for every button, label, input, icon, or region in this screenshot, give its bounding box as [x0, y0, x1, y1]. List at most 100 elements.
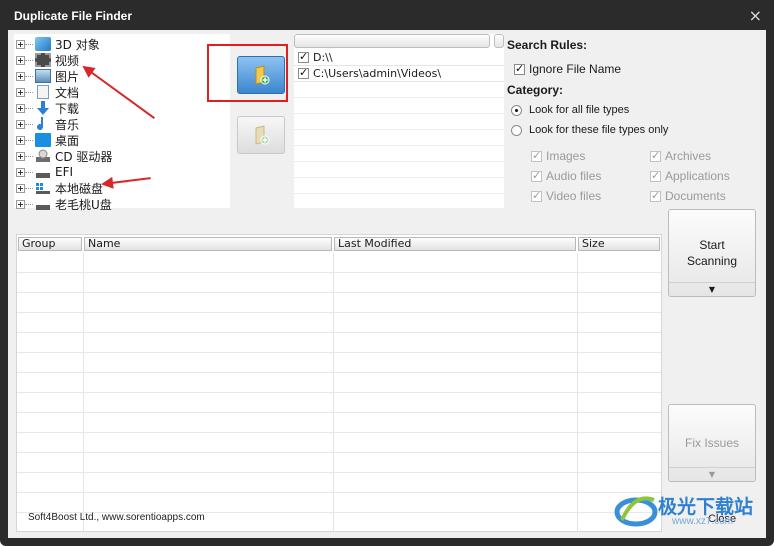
tree-item-label: 图片: [55, 69, 80, 84]
expand-icon[interactable]: [16, 119, 25, 129]
tree-item-downloads[interactable]: 下载: [14, 100, 230, 116]
path-checkbox[interactable]: [298, 50, 309, 63]
table-row[interactable]: [17, 473, 661, 493]
ignore-file-name-checkbox[interactable]: [514, 62, 525, 75]
window-close-icon[interactable]: ×: [749, 6, 762, 25]
tree-item-label: 视频: [55, 53, 80, 68]
tree-item-label: 文档: [55, 85, 80, 100]
3d-objects-icon: [35, 37, 51, 51]
start-scanning-button[interactable]: Start Scanning ▼: [668, 209, 756, 297]
type-applications-option[interactable]: Applications: [646, 169, 730, 183]
table-row[interactable]: [17, 273, 661, 293]
table-row[interactable]: [17, 453, 661, 473]
fix-issues-dropdown-icon[interactable]: ▼: [669, 467, 755, 481]
table-row[interactable]: [17, 433, 661, 453]
type-checkbox[interactable]: [650, 149, 661, 162]
type-checkbox[interactable]: [650, 189, 661, 202]
title-bar: Duplicate File Finder ×: [0, 0, 774, 30]
tree-item-efi[interactable]: EFI: [14, 164, 230, 180]
type-images-option[interactable]: Images: [527, 149, 585, 163]
expand-icon[interactable]: [16, 39, 25, 49]
path-checkbox[interactable]: [298, 66, 309, 79]
look-these-types-option[interactable]: Look for these file types only: [511, 124, 668, 136]
documents-icon: [37, 85, 49, 99]
expand-icon[interactable]: [16, 87, 25, 97]
expand-icon[interactable]: [16, 199, 25, 209]
expand-icon[interactable]: [16, 183, 25, 193]
tree-item-music[interactable]: 音乐: [14, 116, 230, 132]
type-audio-option[interactable]: Audio files: [527, 169, 601, 183]
look-these-types-label: Look for these file types only: [529, 124, 669, 136]
client-area: 3D 对象 视频 图片 文档 下载 音乐 桌面 CD 驱动器 EFI 本地磁盘 …: [8, 30, 766, 538]
type-video-option[interactable]: Video files: [527, 189, 601, 203]
remove-folder-button[interactable]: [237, 116, 285, 154]
column-header-last-modified[interactable]: Last Modified: [334, 237, 576, 251]
remove-folder-icon: [255, 125, 270, 145]
table-row[interactable]: [17, 313, 661, 333]
app-window: Duplicate File Finder × 3D 对象 视频 图片 文档 下…: [0, 0, 774, 546]
tree-item-3d-objects[interactable]: 3D 对象: [14, 36, 230, 52]
expand-icon[interactable]: [16, 151, 25, 161]
paths-scrollbar[interactable]: [494, 34, 504, 48]
expand-icon[interactable]: [16, 71, 25, 81]
paths-header: [294, 34, 490, 48]
tree-item-label: 3D 对象: [55, 37, 100, 52]
path-row[interactable]: C:\Users\admin\Videos\: [294, 66, 504, 82]
table-row[interactable]: [17, 253, 661, 273]
tree-item-video[interactable]: 视频: [14, 52, 230, 68]
type-label: Archives: [665, 149, 712, 163]
table-row[interactable]: [17, 413, 661, 433]
search-rules-title: Search Rules:: [507, 38, 588, 52]
music-icon: [35, 117, 51, 131]
drive-icon: [35, 165, 51, 179]
highlight-box: [207, 44, 288, 102]
column-header-group[interactable]: Group: [18, 237, 82, 251]
desktop-icon: [35, 133, 51, 147]
expand-icon[interactable]: [16, 135, 25, 145]
type-documents-option[interactable]: Documents: [646, 189, 726, 203]
pictures-icon: [35, 69, 51, 83]
tree-item-desktop[interactable]: 桌面: [14, 132, 230, 148]
ignore-file-name-option[interactable]: Ignore File Name: [510, 62, 621, 76]
table-row[interactable]: [17, 373, 661, 393]
column-header-name[interactable]: Name: [84, 237, 332, 251]
table-row[interactable]: [17, 333, 661, 353]
expand-icon[interactable]: [16, 103, 25, 113]
tree-item-cd-drive[interactable]: CD 驱动器: [14, 148, 230, 164]
tree-item-usb-drive[interactable]: 老毛桃U盘: [14, 196, 230, 212]
table-row[interactable]: [17, 353, 661, 373]
look-these-types-radio[interactable]: [511, 124, 522, 136]
tree-item-label: 音乐: [55, 117, 80, 132]
download-icon: [35, 101, 51, 115]
type-label: Audio files: [546, 169, 602, 183]
look-all-types-label: Look for all file types: [529, 104, 630, 116]
results-table: Group Name Last Modified Size: [16, 234, 662, 532]
table-row[interactable]: [17, 493, 661, 513]
tree-item-documents[interactable]: 文档: [14, 84, 230, 100]
look-all-types-radio[interactable]: [511, 104, 522, 116]
usb-drive-icon: [35, 197, 51, 211]
tree-item-pictures[interactable]: 图片: [14, 68, 230, 84]
category-title: Category:: [507, 83, 564, 97]
fix-issues-button[interactable]: Fix Issues ▼: [668, 404, 756, 482]
start-scanning-label-line2: Scanning: [686, 254, 738, 268]
path-label: D:\\: [313, 51, 333, 64]
column-header-size[interactable]: Size: [578, 237, 660, 251]
type-checkbox[interactable]: [531, 149, 542, 162]
start-scanning-dropdown-icon[interactable]: ▼: [669, 282, 755, 296]
fix-issues-label: Fix Issues: [684, 436, 739, 450]
table-row[interactable]: [17, 393, 661, 413]
tree-item-label: 老毛桃U盘: [55, 197, 112, 212]
expand-icon[interactable]: [16, 167, 25, 177]
tree-item-label: EFI: [55, 165, 74, 179]
company-footer: Soft4Boost Ltd., www.sorentioapps.com: [28, 512, 205, 523]
video-icon: [35, 53, 51, 67]
path-row[interactable]: D:\\: [294, 50, 504, 66]
expand-icon[interactable]: [16, 55, 25, 65]
type-checkbox[interactable]: [531, 169, 542, 182]
type-checkbox[interactable]: [650, 169, 661, 182]
table-row[interactable]: [17, 293, 661, 313]
type-checkbox[interactable]: [531, 189, 542, 202]
type-archives-option[interactable]: Archives: [646, 149, 711, 163]
look-all-types-option[interactable]: Look for all file types: [511, 104, 629, 116]
